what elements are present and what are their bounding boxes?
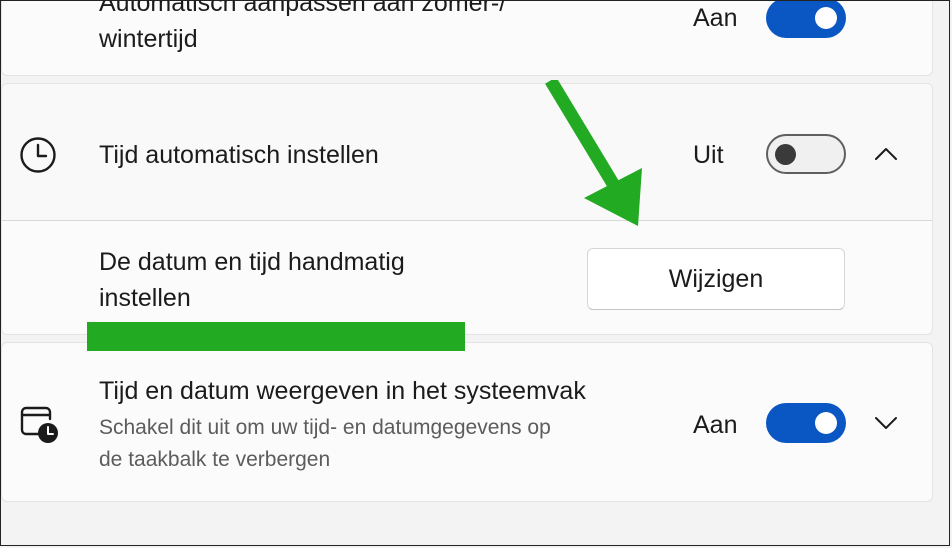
toggle-knob	[815, 412, 837, 434]
toggle-knob	[815, 7, 837, 29]
systray-description-line2: de taakbalk te verbergen	[99, 448, 331, 471]
setting-card-auto-dst: Automatisch aanpassen aan zomer-/ winter…	[1, 0, 933, 76]
manual-time-label-line2: instellen	[99, 284, 191, 312]
manual-time-subpanel: De datum en tijd handmatig instellen Wij…	[2, 221, 932, 334]
auto-time-state: Uit	[693, 141, 724, 169]
systray-toggle[interactable]	[766, 403, 846, 443]
auto-time-label: Tijd automatisch instellen	[99, 141, 379, 169]
toggle-knob	[775, 144, 796, 165]
clock-icon	[20, 137, 56, 173]
auto-time-toggle[interactable]	[766, 134, 846, 174]
systray-state: Aan	[693, 411, 738, 439]
manual-time-label-line1: De datum en tijd handmatig	[99, 248, 405, 276]
systray-description-line1: Schakel dit uit om uw tijd- en datumgege…	[99, 416, 551, 439]
annotation-highlight-bar	[87, 322, 465, 351]
calendar-clock-icon	[20, 406, 58, 443]
chevron-up-icon[interactable]	[866, 134, 906, 174]
auto-dst-label-line1: Automatisch aanpassen aan zomer-/	[99, 0, 507, 17]
auto-dst-label-line2: wintertijd	[99, 25, 198, 53]
auto-dst-state: Aan	[693, 4, 738, 32]
change-datetime-button[interactable]: Wijzigen	[587, 248, 845, 310]
chevron-down-icon[interactable]	[866, 403, 906, 443]
setting-card-auto-time: Tijd automatisch instellen Uit De datum …	[1, 83, 933, 335]
systray-label: Tijd en datum weergeven in het systeemva…	[99, 377, 586, 405]
auto-time-header[interactable]: Tijd automatisch instellen Uit	[2, 84, 932, 220]
annotation-arrow	[545, 80, 642, 226]
auto-dst-toggle[interactable]	[766, 0, 846, 38]
setting-card-systray: Tijd en datum weergeven in het systeemva…	[1, 342, 933, 502]
